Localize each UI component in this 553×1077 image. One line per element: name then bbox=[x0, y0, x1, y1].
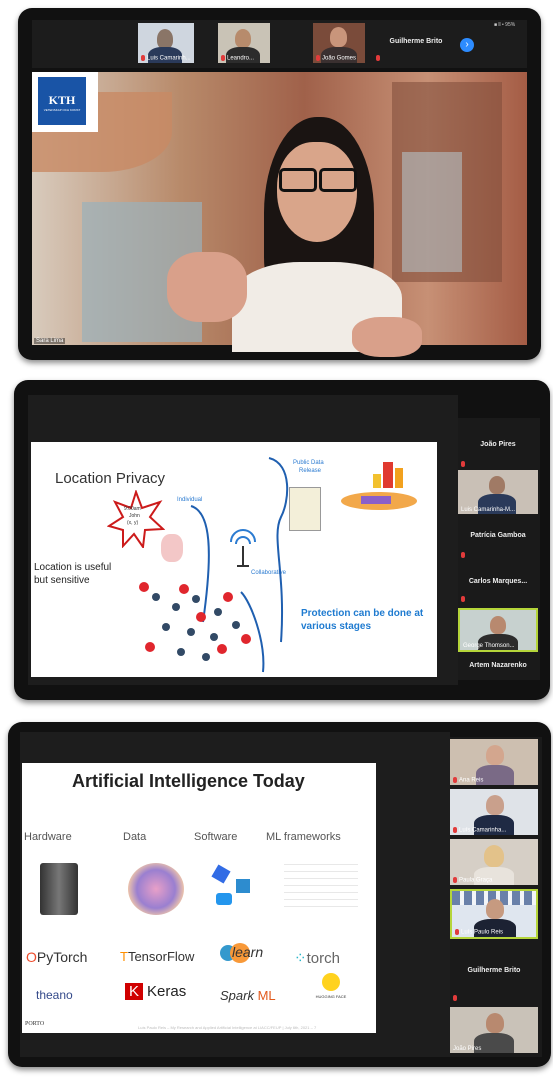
mic-muted-icon bbox=[461, 552, 465, 559]
kth-logo: KTH VETENSKAP OCH KONST bbox=[32, 72, 98, 132]
person-icon bbox=[161, 534, 183, 562]
mic-muted-icon bbox=[455, 929, 459, 936]
text-useful: Location is useful bbox=[34, 562, 112, 573]
mic-muted-icon bbox=[453, 877, 457, 884]
participant-name: Guilherme Brito bbox=[467, 967, 521, 974]
hugging-face-logo: HUGGING FACE bbox=[306, 973, 356, 1013]
footer-logo: PORTO bbox=[25, 1021, 45, 1027]
participant-tile[interactable]: George Thomson... bbox=[458, 608, 538, 652]
participant-tile[interactable]: João Pires bbox=[458, 423, 538, 469]
speaker-face bbox=[277, 142, 357, 242]
speaker-hand bbox=[352, 317, 422, 357]
theano-logo: theano bbox=[36, 988, 73, 1002]
protection-text-1: Protection can be done at bbox=[301, 608, 424, 619]
sklearn-logo: learn bbox=[220, 943, 263, 963]
participant-name: Paula Graça bbox=[459, 878, 493, 884]
pytorch-logo: OPyTorch bbox=[26, 949, 88, 965]
participant-name: Luís Paulo Reis bbox=[461, 930, 504, 936]
mic-muted-icon bbox=[453, 777, 457, 784]
mic-muted-icon bbox=[316, 55, 320, 62]
mic-muted-icon bbox=[453, 827, 457, 834]
mic-muted-icon bbox=[461, 596, 465, 603]
mic-muted-icon bbox=[221, 55, 225, 62]
participant-name: João Gomes bbox=[322, 56, 357, 62]
category-ml-frameworks: ML frameworks bbox=[266, 831, 341, 843]
category-data: Data bbox=[123, 831, 147, 843]
slide-title: Artificial Intelligence Today bbox=[72, 771, 305, 791]
meeting-illustration bbox=[341, 462, 421, 522]
participant-tile[interactable]: Ana Reis bbox=[450, 739, 538, 785]
crowd-illustration bbox=[126, 577, 266, 667]
participant-name: Artem Nazarenko bbox=[469, 662, 527, 669]
participant-tile[interactable]: Luis Camarinha-M... bbox=[458, 470, 538, 514]
participant-tile[interactable]: Patrícia Gamboa bbox=[458, 516, 538, 560]
gallery-tile[interactable]: Luis Camarinh... bbox=[138, 23, 194, 63]
participant-tile[interactable]: João Pires bbox=[450, 1007, 538, 1053]
mic-muted-icon bbox=[461, 461, 465, 468]
video-call-panel-2: Location Privacy 9:00am John (x, y) Indi… bbox=[14, 380, 550, 700]
next-page-button[interactable]: › bbox=[460, 38, 474, 52]
main-video[interactable]: KTH VETENSKAP OCH KONST Sara Lima bbox=[32, 72, 527, 357]
video-call-panel-3: Artificial Intelligence Today Hardware D… bbox=[8, 722, 551, 1067]
software-icons bbox=[208, 861, 260, 917]
participants-sidebar: João Pires Luis Camarinha-M... Patrícia … bbox=[458, 418, 540, 680]
shared-slide: Artificial Intelligence Today Hardware D… bbox=[22, 763, 376, 1033]
data-cluster-icon bbox=[128, 863, 184, 915]
gallery-tile[interactable]: João Gomes bbox=[313, 23, 365, 63]
participant-name: Luis Camarinh... bbox=[147, 56, 191, 62]
participant-name: Luis Camarinha-M... bbox=[461, 507, 516, 513]
participant-tile-active[interactable]: Luís Paulo Reis bbox=[450, 889, 538, 939]
glasses-icon bbox=[279, 168, 357, 192]
server-hardware-icon bbox=[40, 863, 78, 915]
category-hardware: Hardware bbox=[24, 831, 72, 843]
server-icon bbox=[289, 487, 321, 531]
status-bar: ■ ll • 95% bbox=[494, 22, 516, 28]
gallery-tile[interactable]: Leandro... bbox=[218, 23, 270, 63]
speaker-name-label: Sara Lima bbox=[34, 338, 66, 344]
category-software: Software bbox=[194, 831, 238, 843]
participant-name: Leandro... bbox=[227, 56, 255, 62]
tensorflow-logo: TTensorFlow bbox=[120, 949, 195, 964]
gallery-strip: Luis Camarinh... Leandro... João Gomes G… bbox=[32, 20, 527, 68]
spark-ml-logo: Spark ML bbox=[220, 988, 276, 1003]
participant-name: George Thomson... bbox=[463, 643, 515, 649]
gallery-tile[interactable]: Guilherme Brito bbox=[373, 23, 459, 63]
shared-slide: Location Privacy 9:00am John (x, y) Indi… bbox=[31, 442, 437, 677]
participant-video bbox=[157, 29, 173, 49]
speaker-hand bbox=[167, 252, 247, 322]
participants-sidebar: Ana Reis Luís Camarinha... Paula Graça L… bbox=[450, 737, 542, 1057]
participant-name: Luís Camarinha... bbox=[459, 828, 507, 834]
participant-tile[interactable]: Guilherme Brito bbox=[450, 943, 538, 1003]
slide-footer: Luís Paulo Reis – My Research and Applie… bbox=[138, 1025, 317, 1030]
participant-tile[interactable]: Luís Camarinha... bbox=[450, 789, 538, 835]
mic-muted-icon bbox=[141, 55, 145, 62]
ml-frameworks-collage bbox=[284, 863, 358, 913]
participant-name: Ana Reis bbox=[459, 778, 484, 784]
participant-tile[interactable]: Paula Graça bbox=[450, 839, 538, 885]
participant-name: João Pires bbox=[453, 1046, 482, 1052]
keras-logo: K Keras bbox=[125, 983, 186, 1000]
participant-name: João Pires bbox=[480, 441, 516, 448]
mic-muted-icon bbox=[453, 995, 457, 1002]
participant-name: Carlos Marques... bbox=[468, 578, 528, 585]
torch-logo: ⁘torch bbox=[294, 950, 340, 967]
protection-text-2: various stages bbox=[301, 621, 372, 632]
participant-name: Patrícia Gamboa bbox=[470, 532, 526, 539]
video-call-panel-1: Luis Camarinh... Leandro... João Gomes G… bbox=[18, 8, 541, 360]
mic-muted-icon bbox=[376, 55, 380, 62]
participant-tile[interactable]: Artem Nazarenko bbox=[458, 654, 538, 678]
text-sensitive: but sensitive bbox=[34, 575, 90, 586]
participant-name: Guilherme Brito bbox=[389, 38, 443, 45]
participant-tile[interactable]: Carlos Marques... bbox=[458, 562, 538, 604]
